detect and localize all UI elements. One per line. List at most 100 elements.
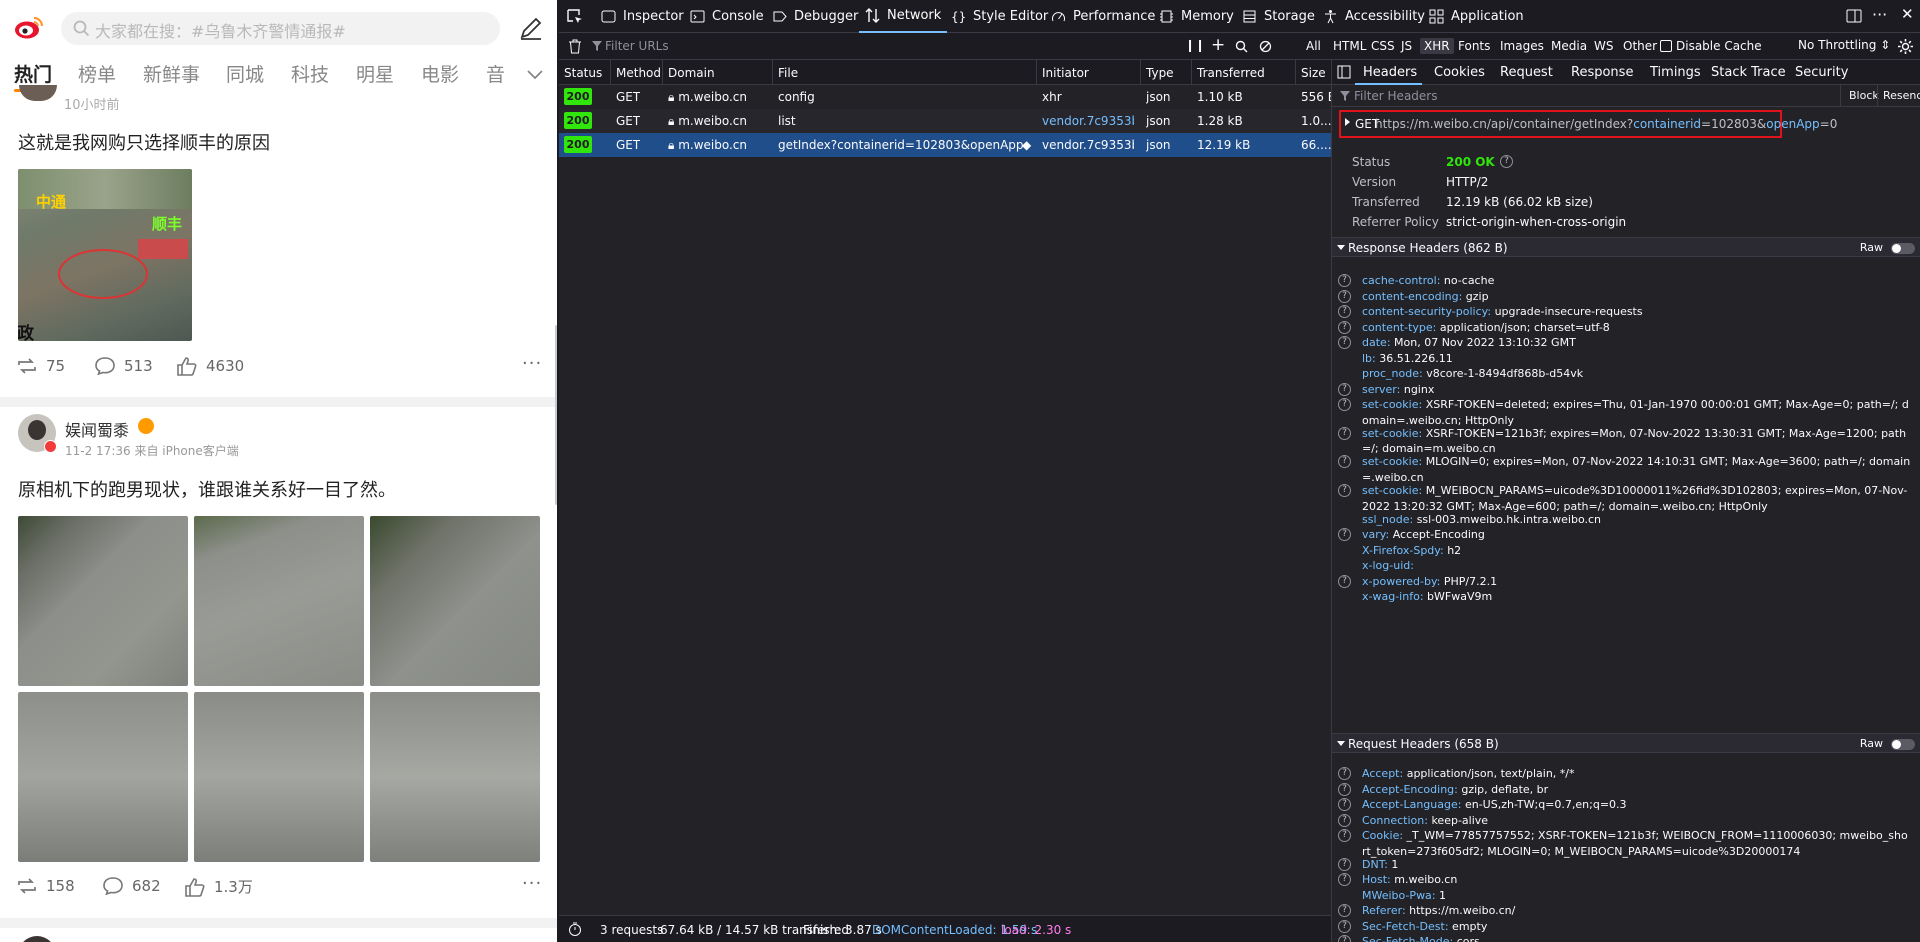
help-icon[interactable]: ? [1338,305,1351,318]
stopwatch-icon[interactable] [568,922,582,936]
add-icon[interactable]: + [1211,35,1225,55]
tab-style-editor[interactable]: {} Style Editor [951,0,1048,33]
help-icon[interactable]: ? [1338,829,1351,842]
sidebar-toggle-icon[interactable] [1337,65,1351,79]
trash-icon[interactable] [568,39,582,54]
col-type[interactable]: Type [1141,60,1192,85]
request-url[interactable]: https://m.weibo.cn/api/container/getInde… [1375,117,1837,131]
block-icon[interactable] [1259,40,1272,53]
tab-storage[interactable]: Storage [1242,0,1315,33]
tab-inspector[interactable]: Inspector [601,0,684,33]
more-options-icon[interactable]: ··· [522,873,542,894]
table-row-selected[interactable]: 200 GET 🔒︎ m.weibo.cn getIndex?container… [559,133,1331,157]
tab-timings[interactable]: Timings [1650,65,1701,80]
repost-button[interactable]: 158 [16,876,75,896]
filter-xhr[interactable]: XHR [1420,38,1454,54]
help-icon[interactable]: ? [1338,782,1351,796]
tab-stack-trace[interactable]: Stack Trace [1711,65,1786,80]
like-button[interactable]: 1.3万 [184,876,253,897]
tab-memory[interactable]: Memory [1159,0,1234,33]
tab-security[interactable]: Security [1795,65,1848,80]
tab-accessibility[interactable]: Accessibility [1323,0,1425,33]
raw-toggle[interactable] [1891,243,1915,254]
search-icon[interactable] [1235,40,1248,53]
col-file[interactable]: File [773,60,1037,85]
avatar[interactable] [18,414,57,453]
col-size[interactable]: Size [1296,60,1331,85]
post-image[interactable] [370,692,540,862]
like-button[interactable]: 4630 [176,356,244,376]
help-icon[interactable]: ? [1338,484,1351,498]
filter-html[interactable]: HTML [1329,38,1370,54]
disable-cache-checkbox[interactable] [1660,40,1672,52]
tab-movie[interactable]: 电影 [421,60,459,87]
help-icon[interactable]: ? [1338,873,1351,887]
response-headers-section[interactable]: Response Headers (862 B) Raw [1332,237,1920,257]
collapse-arrow-icon[interactable] [1337,741,1345,746]
raw-toggle[interactable] [1891,739,1915,750]
post-image[interactable]: 中通 顺丰 邮政 [18,169,192,341]
block-button[interactable]: Block [1849,89,1879,102]
col-initiator[interactable]: Initiator [1037,60,1141,85]
gear-icon[interactable] [1897,38,1914,55]
post-image[interactable] [370,516,540,686]
table-row[interactable]: 200 GET 🔒︎ m.weibo.cn list vendor.7c9353… [559,109,1331,133]
help-icon[interactable]: ? [1338,289,1351,303]
filter-urls-input[interactable]: Filter URLs [605,39,669,53]
tab-hot[interactable]: 热门 [14,60,52,87]
filter-images[interactable]: Images [1496,38,1548,54]
help-icon[interactable]: ? [1500,155,1513,168]
col-method[interactable]: Method [611,60,663,85]
help-icon[interactable]: ? [1338,919,1351,933]
weibo-logo-icon[interactable] [14,14,44,40]
tab-network[interactable]: Network [859,0,948,33]
filter-all[interactable]: All [1302,38,1325,54]
help-icon[interactable]: ? [1338,798,1351,811]
compose-icon[interactable] [518,15,544,41]
tab-request[interactable]: Request [1500,65,1553,80]
help-icon[interactable]: ? [1338,320,1351,334]
filter-headers-input[interactable]: Filter Headers [1354,89,1437,103]
help-icon[interactable]: ? [1338,455,1351,469]
more-options-icon[interactable]: ··· [522,353,542,374]
tab-tech[interactable]: 科技 [291,60,329,87]
tab-console[interactable]: Console [690,0,764,33]
resend-button[interactable]: Resend [1883,89,1920,102]
throttling-select[interactable]: No Throttling ⇕ [1798,38,1890,52]
avatar[interactable] [19,85,57,101]
tab-headers[interactable]: Headers [1363,65,1417,80]
pause-icon[interactable]: ❙❙ [1185,38,1205,52]
help-icon[interactable]: ? [1338,528,1351,542]
help-icon[interactable]: ? [1338,274,1351,287]
tab-response[interactable]: Response [1571,65,1633,80]
chevron-down-icon[interactable] [526,67,544,81]
help-icon[interactable]: ? [1338,574,1351,588]
comment-button[interactable]: 513 [94,356,153,376]
repost-button[interactable]: 75 [16,356,65,376]
tab-stars[interactable]: 明星 [356,60,394,87]
help-icon[interactable]: ? [1338,813,1351,827]
more-options-icon[interactable]: ··· [1872,5,1887,24]
tab-debugger[interactable]: Debugger [772,0,858,33]
table-row[interactable]: 200 GET 🔒︎ m.weibo.cn config xhr json 1.… [559,85,1331,109]
expand-arrow-icon[interactable] [1345,118,1350,126]
tab-performance[interactable]: Performance [1051,0,1155,33]
help-icon[interactable]: ? [1338,426,1351,440]
avatar[interactable] [18,936,56,942]
post-image[interactable] [194,692,364,862]
cell-initiator[interactable]: vendor.7c9353b... [1042,114,1134,128]
filter-ws[interactable]: WS [1590,38,1617,54]
help-icon[interactable]: ? [1338,336,1351,349]
element-picker-icon[interactable] [567,9,583,25]
col-transferred[interactable]: Transferred [1192,60,1296,85]
cell-initiator[interactable]: vendor.7c9353b... [1042,138,1134,152]
help-icon[interactable]: ? [1338,767,1351,780]
dock-toggle-icon[interactable] [1846,8,1862,24]
col-status[interactable]: Status [559,60,611,85]
filter-fonts[interactable]: Fonts [1454,38,1494,54]
help-icon[interactable]: ? [1338,904,1351,918]
filter-media[interactable]: Media [1547,38,1591,54]
search-input[interactable]: 大家都在搜：#乌鲁木齐警情通报# [61,12,500,45]
post-image[interactable] [194,516,364,686]
scrollbar[interactable] [555,325,557,505]
